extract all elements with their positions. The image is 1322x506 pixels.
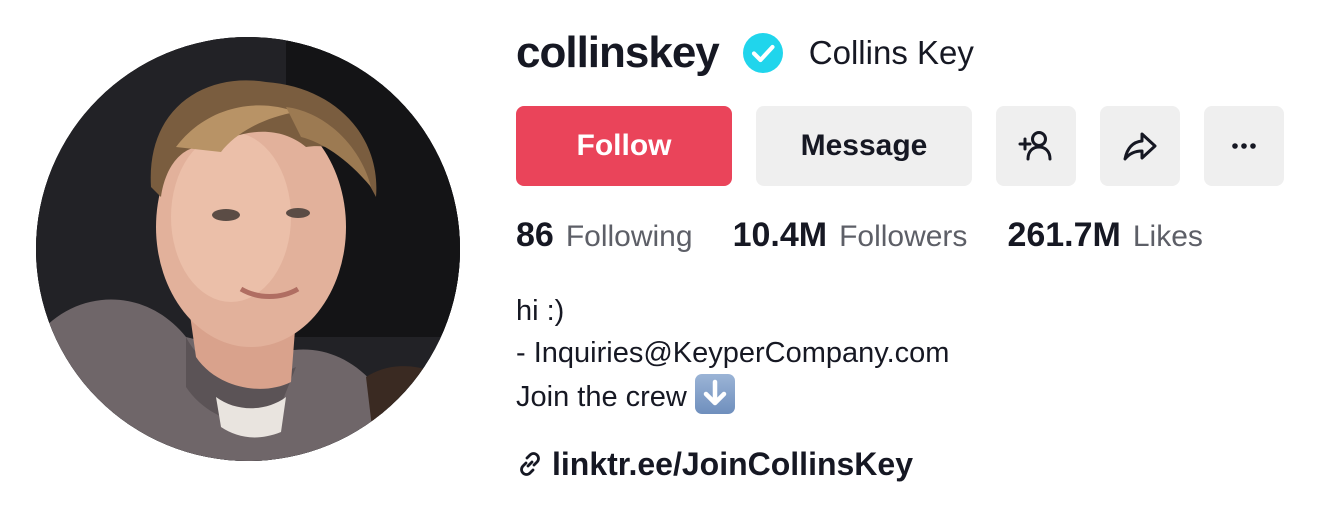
more-dots-icon — [1232, 143, 1256, 149]
followers-label: Followers — [839, 220, 968, 253]
action-buttons: Follow Message — [516, 106, 1306, 186]
more-button[interactable] — [1204, 106, 1284, 186]
follow-button[interactable]: Follow — [516, 106, 732, 186]
add-friend-button[interactable] — [996, 106, 1076, 186]
following-stat[interactable]: 86 Following — [516, 216, 693, 255]
share-button[interactable] — [1100, 106, 1180, 186]
link-text[interactable]: linktr.ee/JoinCollinsKey — [552, 446, 913, 483]
likes-stat: 261.7M Likes — [1007, 216, 1202, 255]
following-count: 86 — [516, 216, 554, 254]
following-label: Following — [565, 220, 693, 253]
bio-line-1: hi :) — [516, 295, 565, 327]
message-button[interactable]: Message — [756, 106, 972, 186]
verified-check-icon — [742, 33, 783, 73]
stats-row: 86 Following 10.4M Followers 261.7M Like… — [516, 216, 1306, 256]
bio: hi :) - Inquiries@KeyperCompany.com Join… — [516, 290, 1306, 418]
link-icon — [516, 450, 544, 478]
followers-stat[interactable]: 10.4M Followers — [733, 216, 968, 255]
likes-label: Likes — [1132, 220, 1203, 253]
followers-count: 10.4M — [732, 216, 828, 254]
avatar-photo — [36, 37, 460, 461]
down-arrow-emoji-icon — [694, 374, 735, 414]
username: collinskey — [516, 28, 720, 77]
name-row: collinskey Collins Key — [516, 24, 1306, 82]
profile-avatar[interactable] — [36, 37, 460, 461]
bio-line-3: Join the crew — [516, 381, 687, 413]
person-plus-icon — [1018, 131, 1052, 161]
display-name: Collins Key — [808, 34, 974, 71]
profile-info: collinskey Collins Key Follow Message 86… — [516, 24, 1306, 484]
bio-link[interactable]: linktr.ee/JoinCollinsKey — [516, 444, 1306, 484]
likes-count: 261.7M — [1007, 216, 1121, 254]
bio-line-2: - Inquiries@KeyperCompany.com — [516, 337, 950, 369]
share-arrow-icon — [1123, 132, 1157, 161]
bio-line-3-wrap: Join the crew — [516, 374, 1306, 418]
